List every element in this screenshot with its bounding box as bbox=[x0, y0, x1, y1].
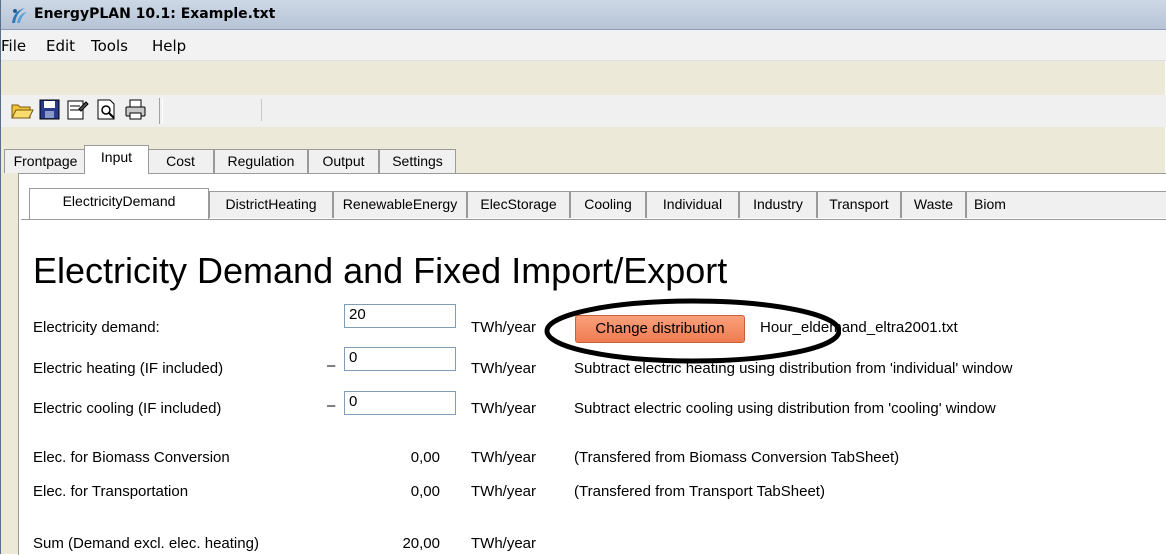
transportation-label: Elec. for Transportation bbox=[33, 483, 189, 500]
tab-renewable-energy[interactable]: RenewableEnergy bbox=[333, 191, 467, 218]
sum-unit: TWh/year bbox=[471, 535, 537, 552]
save-icon[interactable] bbox=[37, 97, 62, 122]
menu-tools[interactable]: Tools bbox=[91, 37, 128, 55]
toolbar bbox=[1, 95, 1166, 127]
electricity-demand-label: Electricity demand: bbox=[33, 319, 160, 336]
electric-heating-input[interactable]: 0 bbox=[344, 347, 456, 371]
tab-transport[interactable]: Transport bbox=[817, 191, 901, 218]
electric-heating-note: Subtract electric heating using distribu… bbox=[574, 360, 1013, 377]
tab-cooling[interactable]: Cooling bbox=[570, 191, 646, 218]
window-title: EnergyPLAN 10.1: Example.txt bbox=[34, 6, 276, 22]
energyplan-logo-icon bbox=[12, 8, 27, 23]
transportation-unit: TWh/year bbox=[471, 483, 537, 500]
electricity-demand-input[interactable]: 20 bbox=[344, 304, 456, 328]
biomass-conversion-value: 0,00 bbox=[410, 449, 440, 466]
app-window: EnergyPLAN 10.1: Example.txt File Edit T… bbox=[0, 0, 1166, 555]
tab-regulation[interactable]: Regulation bbox=[214, 149, 308, 173]
toolbar-separator bbox=[159, 98, 163, 124]
electric-cooling-sign: – bbox=[327, 397, 336, 414]
electric-cooling-label: Electric cooling (IF included) bbox=[33, 400, 222, 417]
tab-industry[interactable]: Industry bbox=[739, 191, 817, 218]
electric-heating-unit: TWh/year bbox=[471, 360, 537, 377]
print-icon[interactable] bbox=[123, 97, 148, 122]
biomass-conversion-note: (Transfered from Biomass Conversion TabS… bbox=[574, 449, 900, 466]
electricity-demand-unit: TWh/year bbox=[471, 319, 537, 336]
tab-input[interactable]: Input bbox=[84, 145, 149, 174]
sum-value: 20,00 bbox=[402, 535, 440, 552]
electric-cooling-unit: TWh/year bbox=[471, 400, 537, 417]
page-heading: Electricity Demand and Fixed Import/Expo… bbox=[33, 250, 728, 291]
tab-settings[interactable]: Settings bbox=[379, 149, 456, 173]
electric-heating-label: Electric heating (IF included) bbox=[33, 360, 224, 377]
biomass-conversion-label: Elec. for Biomass Conversion bbox=[33, 449, 230, 466]
title-bar: EnergyPLAN 10.1: Example.txt bbox=[1, 0, 1166, 30]
tab-electricity-demand[interactable]: ElectricityDemand bbox=[29, 188, 209, 219]
tab-cost[interactable]: Cost bbox=[147, 149, 214, 173]
menu-help[interactable]: Help bbox=[152, 37, 186, 55]
open-icon[interactable] bbox=[9, 97, 34, 122]
tab-individual[interactable]: Individual bbox=[646, 191, 739, 218]
electric-cooling-note: Subtract electric cooling using distribu… bbox=[574, 400, 996, 417]
menu-file[interactable]: File bbox=[1, 37, 26, 55]
properties-icon[interactable] bbox=[65, 97, 90, 122]
change-distribution-button[interactable]: Change distribution bbox=[575, 315, 745, 343]
tab-output[interactable]: Output bbox=[308, 149, 379, 173]
electric-heating-sign: – bbox=[327, 357, 336, 374]
tab-biomass[interactable]: Biom bbox=[966, 191, 1166, 218]
tab-frontpage[interactable]: Frontpage bbox=[4, 149, 87, 173]
tab-waste[interactable]: Waste bbox=[901, 191, 966, 218]
transportation-note: (Transfered from Transport TabSheet) bbox=[574, 483, 825, 500]
sum-label: Sum (Demand excl. elec. heating) bbox=[33, 535, 259, 552]
transportation-value: 0,00 bbox=[410, 483, 440, 500]
print-preview-icon[interactable] bbox=[94, 97, 119, 122]
tab-elec-storage[interactable]: ElecStorage bbox=[467, 191, 570, 218]
biomass-conversion-unit: TWh/year bbox=[471, 449, 537, 466]
menu-edit[interactable]: Edit bbox=[46, 37, 75, 55]
tab-district-heating[interactable]: DistrictHeating bbox=[209, 191, 333, 218]
electric-cooling-input[interactable]: 0 bbox=[344, 391, 456, 415]
toolbar-spacer bbox=[261, 99, 1166, 121]
distribution-file-name: Hour_eldemand_eltra2001.txt bbox=[760, 319, 958, 336]
